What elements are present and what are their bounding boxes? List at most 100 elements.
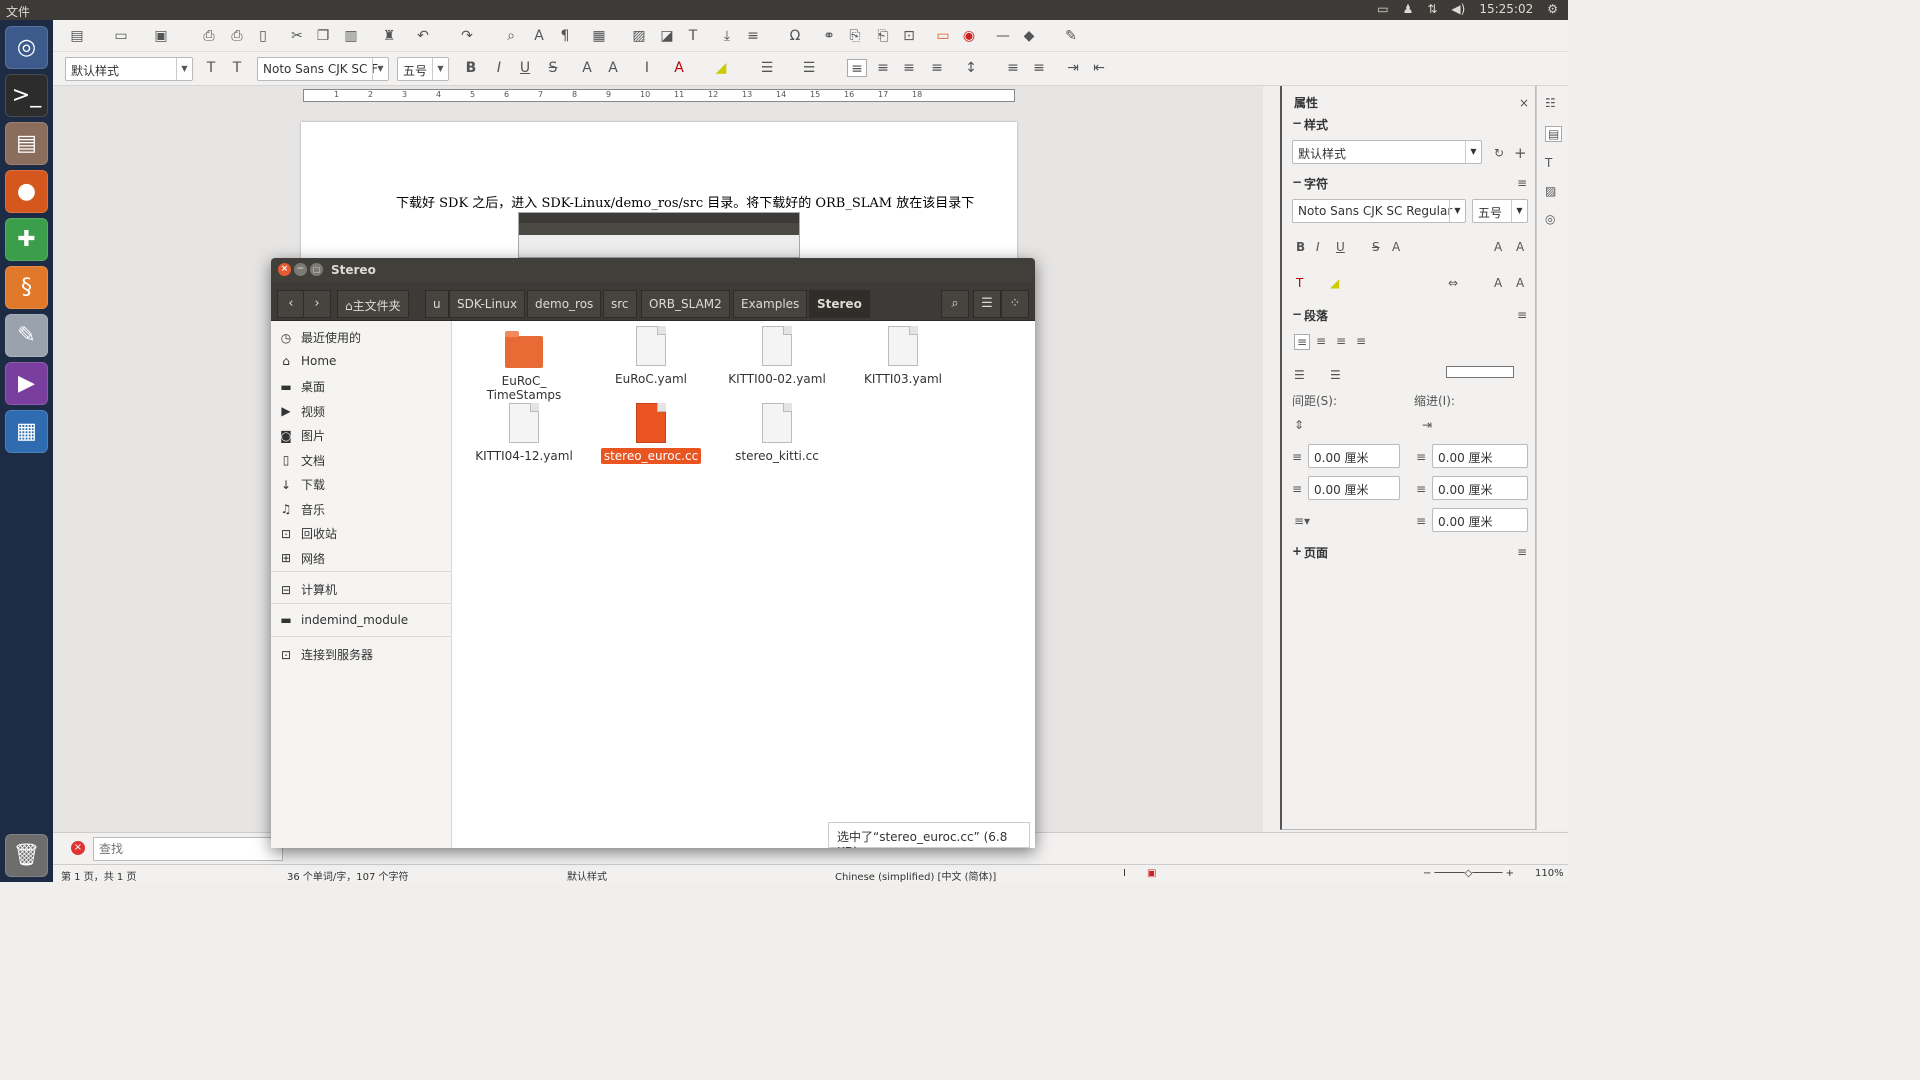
file-item[interactable]: EuRoC_ TimeStamps <box>469 330 579 402</box>
word-count[interactable]: 36 个单词/字，107 个字符 <box>287 868 409 883</box>
chevron-down-icon[interactable]: ▼ <box>432 58 448 80</box>
embedded-screenshot[interactable] <box>518 212 800 258</box>
highlight-icon[interactable]: ◢ <box>1330 276 1339 290</box>
page-header[interactable]: 页面 <box>1304 544 1328 561</box>
zoom-level[interactable]: 110% <box>1535 868 1564 879</box>
spacing-icon[interactable]: ⇕ <box>1294 418 1304 432</box>
zoom-slider[interactable]: − ─────◇───── + <box>1423 868 1514 879</box>
footnote-icon[interactable]: ⎘ <box>845 27 865 45</box>
sublime-icon[interactable]: § <box>5 266 48 309</box>
file-item[interactable]: stereo_euroc.cc <box>596 403 706 464</box>
undo-icon[interactable]: ↶ <box>413 27 433 45</box>
sidebar-style-combo[interactable]: 默认样式 ▼ <box>1292 140 1482 164</box>
breadcrumb-item[interactable]: Stereo <box>809 290 870 318</box>
format-paint-icon[interactable]: ♜ <box>379 27 399 45</box>
shapes-icon[interactable]: ◆ <box>1019 27 1039 45</box>
file-item[interactable]: stereo_kitti.cc <box>722 403 832 463</box>
subscript-icon[interactable]: A <box>603 59 623 77</box>
file-item[interactable]: KITTI03.yaml <box>848 326 958 386</box>
char-header[interactable]: 字符 <box>1304 175 1328 192</box>
bullets-icon[interactable]: ☰ <box>757 59 777 77</box>
superscript-icon[interactable]: A <box>1494 276 1502 290</box>
sidebar-item-pictures[interactable]: ◙ 图片 <box>279 427 325 444</box>
list-view-icon[interactable]: ☰ <box>973 290 1001 318</box>
close-icon[interactable]: × <box>1519 96 1529 110</box>
styles-tab-icon[interactable]: T <box>1545 156 1552 170</box>
breadcrumb-item[interactable]: ORB_SLAM2 <box>641 290 730 318</box>
app-menu[interactable]: 文件 <box>6 3 30 20</box>
save-status-icon[interactable]: ▣ <box>1147 868 1156 879</box>
grid-view-icon[interactable]: ⁘ <box>1001 290 1029 318</box>
styles-expander-icon[interactable]: − <box>1292 116 1302 130</box>
breadcrumb-home[interactable]: ⌂主文件夹 <box>337 290 409 318</box>
open-icon[interactable]: ▭ <box>111 27 131 45</box>
redo-icon[interactable]: ↷ <box>457 27 477 45</box>
bullets-icon[interactable]: ☰ <box>1294 368 1305 382</box>
sidebar-item-documents[interactable]: ▯ 文档 <box>279 452 325 469</box>
writer-icon[interactable]: ▦ <box>5 410 48 453</box>
sidebar-settings-icon[interactable]: ☷ <box>1545 96 1556 110</box>
search-icon[interactable]: ⌕ <box>941 290 969 318</box>
textbox-icon[interactable]: T <box>683 27 703 45</box>
align-center-icon[interactable]: ≡ <box>873 59 893 77</box>
styles-header[interactable]: 样式 <box>1304 116 1328 133</box>
chevron-down-icon[interactable]: ▼ <box>1465 141 1481 163</box>
power-icon[interactable]: ⚙ <box>1547 2 1558 16</box>
spellcheck-icon[interactable]: A <box>529 27 549 45</box>
close-find-icon[interactable]: × <box>71 841 85 855</box>
more-options-icon[interactable]: ≡ <box>1517 545 1527 559</box>
formatting-marks-icon[interactable]: ¶ <box>555 27 575 45</box>
paragraph-style-combo[interactable]: 默认样式 ▼ <box>65 57 193 81</box>
numbering-icon[interactable]: ☰ <box>799 59 819 77</box>
navigator-tab-icon[interactable]: ◎ <box>1545 212 1555 226</box>
find-icon[interactable]: ⌕ <box>501 27 521 45</box>
para-header[interactable]: 段落 <box>1304 307 1328 324</box>
gallery-tab-icon[interactable]: ▨ <box>1545 184 1556 198</box>
chevron-down-icon[interactable]: ▼ <box>372 58 388 80</box>
justify-icon[interactable]: ≡ <box>1356 334 1366 348</box>
decrease-spacing-icon[interactable]: ≡ <box>1029 59 1049 77</box>
font-name-combo[interactable]: Noto Sans CJK SC F ▼ <box>257 57 389 81</box>
update-style-icon[interactable]: T <box>201 59 221 77</box>
page-count[interactable]: 第 1 页，共 1 页 <box>61 868 136 883</box>
strikethrough-icon[interactable]: S <box>1372 240 1380 254</box>
sidebar-item-home[interactable]: ⌂ Home <box>279 354 336 368</box>
more-options-icon[interactable]: ≡ <box>1517 308 1527 322</box>
superscript-icon[interactable]: A <box>577 59 597 77</box>
bookmark-icon[interactable]: ⊡ <box>899 27 919 45</box>
highlight-icon[interactable]: ◢ <box>711 59 731 77</box>
language[interactable]: Chinese (simplified) [中文 (简体)] <box>835 868 996 883</box>
italic-icon[interactable]: I <box>489 59 509 77</box>
numbering-icon[interactable]: ☰ <box>1330 368 1341 382</box>
qq-icon[interactable]: ♟ <box>1403 2 1414 16</box>
align-right-icon[interactable]: ≡ <box>899 59 919 77</box>
copy-icon[interactable]: ❐ <box>313 27 333 45</box>
minimize-window-icon[interactable]: − <box>294 263 307 276</box>
special-char-icon[interactable]: Ω <box>785 27 805 45</box>
italic-icon[interactable]: I <box>1316 240 1320 254</box>
chevron-down-icon[interactable]: ▼ <box>176 58 192 80</box>
trash-icon[interactable]: 🗑 <box>5 834 48 877</box>
terminal-icon[interactable]: >_ <box>5 74 48 117</box>
char-spacing-icon[interactable]: ⇔ <box>1448 276 1458 290</box>
sidebar-item-connect[interactable]: ⊡ 连接到服务器 <box>279 646 373 663</box>
align-right-icon[interactable]: ≡ <box>1336 334 1346 348</box>
volume-icon[interactable]: ◀) <box>1451 2 1465 16</box>
chevron-down-icon[interactable]: ▼ <box>1511 200 1527 222</box>
draw-icon[interactable]: ✎ <box>1061 27 1081 45</box>
pagebreak-icon[interactable]: ⤓ <box>717 27 737 45</box>
before-indent-field[interactable]: 0.00 厘米 <box>1432 444 1528 468</box>
shrink-font-icon[interactable]: A <box>1516 240 1524 254</box>
clear-format-icon[interactable]: I <box>637 59 657 77</box>
field-icon[interactable]: ≡ <box>743 27 763 45</box>
indent-icon[interactable]: ⇥ <box>1422 418 1432 432</box>
align-left-icon[interactable]: ≡ <box>847 59 867 77</box>
add-icon[interactable]: + <box>1514 144 1527 162</box>
sidebar-item-module[interactable]: ▬ indemind_module <box>279 613 408 627</box>
align-center-icon[interactable]: ≡ <box>1316 334 1326 348</box>
sidebar-item-network[interactable]: ⊞ 网络 <box>279 550 325 567</box>
insert-mode-icon[interactable]: I <box>1123 868 1126 879</box>
ubuntu-dash-icon[interactable]: ◎ <box>5 26 48 69</box>
pdf-icon[interactable]: ⎙ <box>199 27 219 45</box>
preview-icon[interactable]: ▯ <box>253 27 273 45</box>
